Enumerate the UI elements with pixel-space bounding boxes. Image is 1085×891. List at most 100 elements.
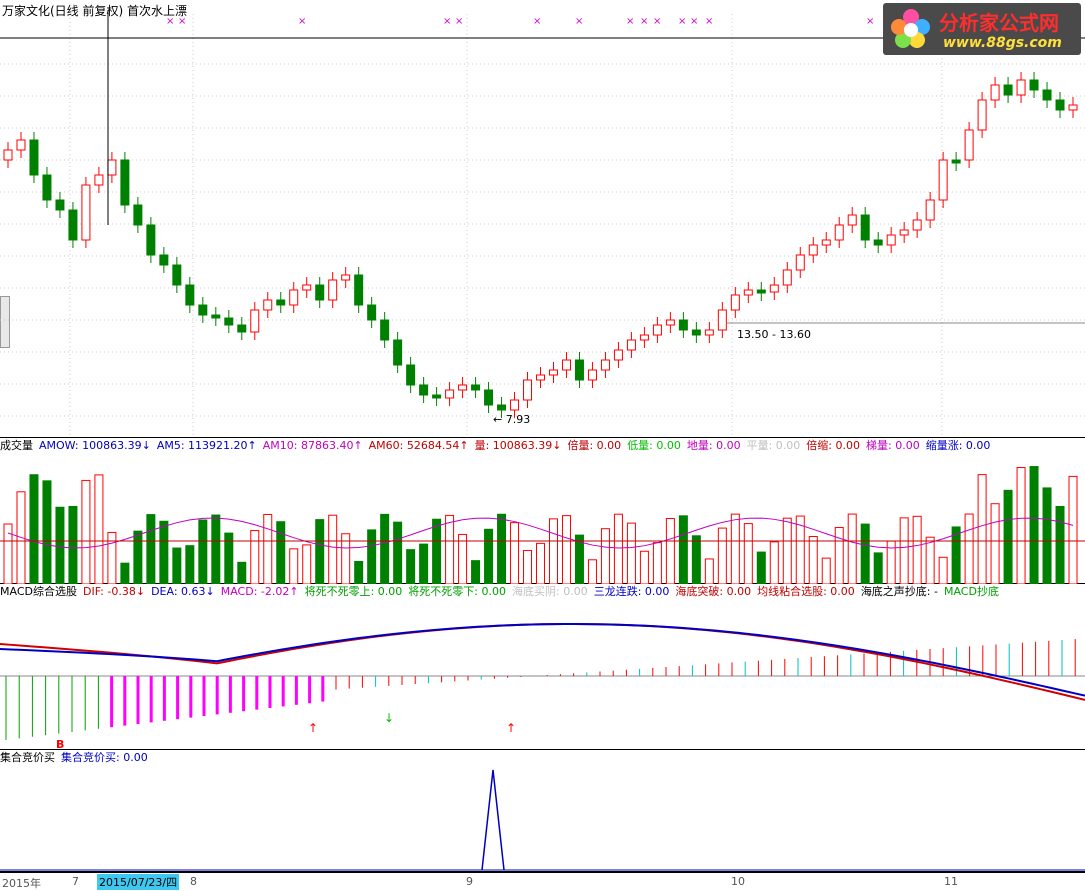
volume-bar [432,518,442,584]
candle-body [691,329,701,336]
volume-bar [600,528,610,584]
candle-body [756,289,766,294]
volume-bar [536,542,546,584]
axis-label-11: 11 [944,875,958,888]
candle-body [652,324,662,336]
candle-body [484,389,494,406]
auction-chart[interactable] [0,750,1085,872]
candle-body [146,224,156,256]
buy-arrow-icon: ↑ [308,721,318,735]
candle-body [445,389,455,399]
volume-bar [68,505,78,584]
candle-body [133,204,143,226]
logo-title: 分析家公式网 [939,11,1059,35]
indicator-label: 成交量 [0,439,33,452]
volume-bar [587,559,597,584]
candle-body [432,394,442,399]
candle-body [120,159,130,206]
candle-body [1055,99,1065,111]
candle-body [419,384,429,396]
candle-body [782,269,792,286]
macd-indicator-labels: MACD综合选股 DIF: -0.38↓ DEA: 0.63↓ MACD: -2.02… [0,585,1005,599]
candle-body [587,369,597,381]
candle-body [769,284,779,293]
chart-title: 万家文化(日线 前复权) 首次水上漂 [2,4,187,18]
candle-body [990,84,1000,101]
signal-marker: × [653,16,661,27]
candle-body [665,319,675,326]
volume-bar [691,535,701,584]
candle-body [289,289,299,306]
volume-bar [211,514,221,584]
indicator-label: AM5: 113921.20↑ [156,439,257,452]
candlestick-chart[interactable]: × × × × × × × × × × × × × × [0,0,1085,438]
candle-body [55,199,65,211]
candle-body [393,339,403,366]
auction-spike [481,769,505,871]
volume-chart[interactable] [0,438,1085,584]
volume-bar [419,543,429,584]
volume-bar [42,480,52,584]
indicator-label: 集合竞价买: 0.00 [61,751,148,764]
auction-pane[interactable]: 集合竞价买 集合竞价买: 0.00 [0,750,1085,872]
volume-bar [1029,466,1039,584]
price-low-label: ← 7.93 [493,413,531,426]
indicator-label: 三龙连跌: 0.00 [593,585,670,598]
volume-bar [250,530,260,584]
buy-arrow-icon: ↑ [506,721,516,735]
candle-body [717,309,727,331]
volume-bar [198,519,208,584]
indicator-label: 缩量涨: 0.00 [925,439,991,452]
sell-arrow-icon: ↓ [384,711,394,725]
axis-label-8: 8 [190,875,197,888]
volume-bar [860,523,870,584]
candle-body [964,129,974,161]
price-pane[interactable]: × × × × × × × × × × × × × × 万家文化(日线 前复权) 首次水上漂 ← 7.93… [0,0,1085,438]
candle-body [821,239,831,246]
volume-bar [276,521,286,584]
signal-marker: × [705,16,713,27]
axis-label-7: 7 [72,875,79,888]
candle-body [81,184,91,241]
candle-body [1016,79,1026,96]
candle-body [354,274,364,306]
candle-body [1003,84,1013,96]
candle-body [471,384,481,391]
candle-body [1029,79,1039,91]
axis-label-10: 10 [731,875,745,888]
volume-bar [548,518,558,584]
dea-line [0,623,1085,697]
candle-body [406,364,416,386]
candle-body [367,304,377,321]
volume-bar [821,557,831,584]
volume-bar [289,548,299,584]
candle-body [873,239,883,246]
volume-bar [704,558,714,584]
candle-body [29,139,39,176]
volume-pane[interactable]: 成交量 AMOW: 100863.39↓ AM5: 113921.20↑ AM10: … [0,438,1085,584]
selected-date[interactable]: 2015/07/23/四 [97,874,180,890]
indicator-label: 将死不死零上: 0.00 [304,585,403,598]
volume-bar [146,514,156,584]
signal-marker: × [443,16,451,27]
volume-bar [808,536,818,584]
time-axis[interactable]: 2015年 7 2015/07/23/四 8 9 10 11 [0,872,1085,891]
macd-pane[interactable]: ↑ ↑ ↓ MACD综合选股 DIF: -0.38↓ DEA: 0.63↓ MACD: -… [0,584,1085,751]
indicator-label: 低量: 0.00 [627,439,681,452]
volume-bar [185,545,195,584]
macd-chart[interactable]: ↑ ↑ ↓ [0,584,1085,750]
volume-bar [899,517,909,584]
indicator-label: 集合竞价买 [0,751,55,764]
volume-bar [1055,505,1065,584]
candle-body [510,399,520,411]
signal-marker: × [533,16,541,27]
auction-indicator-labels: 集合竞价买 集合竞价买: 0.00 [0,751,154,765]
candle-body [899,229,909,236]
candle-body [730,294,740,311]
volume-bar [626,522,636,584]
candle-body [3,149,13,161]
candle-body [198,304,208,316]
signal-marker: × [298,16,306,27]
volume-bar [613,513,623,584]
indicator-label: DIF: -0.38↓ [82,585,146,598]
